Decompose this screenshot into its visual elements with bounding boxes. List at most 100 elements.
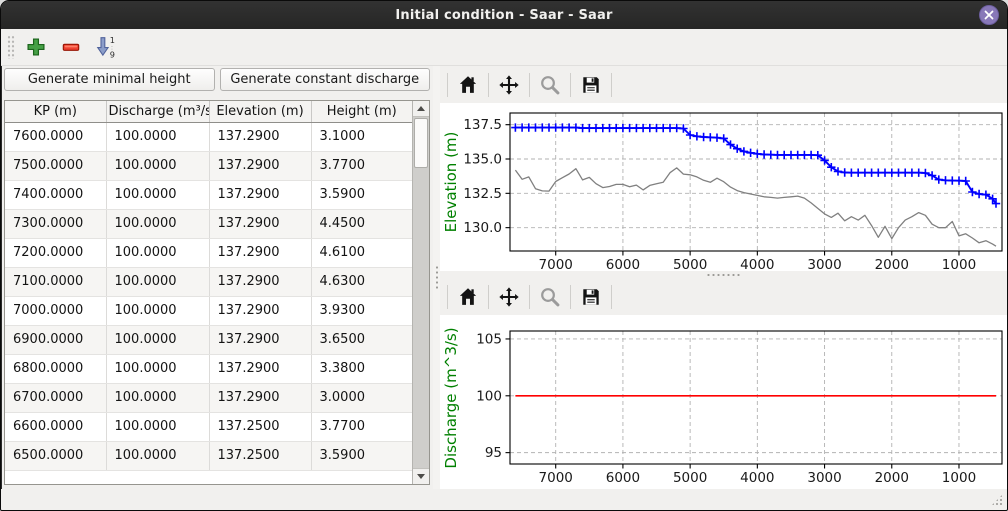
table-cell[interactable]: 7500.0000 [5, 151, 106, 180]
table-cell[interactable]: 6800.0000 [5, 354, 106, 383]
scroll-up-button[interactable] [413, 101, 429, 117]
table-cell[interactable]: 137.2900 [209, 122, 311, 151]
table-cell[interactable]: 137.2900 [209, 209, 311, 238]
discharge-chart[interactable]: 700060005000400030002000100095100105Disc… [440, 315, 1007, 489]
table-row: 7100.0000100.0000137.29004.6300 [5, 267, 412, 296]
table-row: 6800.0000100.0000137.29003.3800 [5, 354, 412, 383]
table-cell[interactable]: 6700.0000 [5, 383, 106, 412]
resize-grip[interactable] [991, 494, 1003, 506]
table-cell[interactable]: 100.0000 [106, 267, 209, 296]
table-cell[interactable]: 6500.0000 [5, 441, 106, 470]
chart-splitter-handle[interactable] [440, 271, 1007, 278]
table-cell[interactable]: 137.2900 [209, 180, 311, 209]
column-header[interactable]: KP (m) [5, 101, 106, 122]
table-cell[interactable]: 100.0000 [106, 412, 209, 441]
y-tick-label: 105 [476, 331, 502, 347]
table-cell[interactable]: 100.0000 [106, 209, 209, 238]
table-row: 6500.0000100.0000137.25003.5900 [5, 441, 412, 470]
x-tick-label: 6000 [606, 470, 640, 486]
table-cell[interactable]: 137.2900 [209, 238, 311, 267]
plot-frame [510, 331, 1002, 464]
close-button[interactable] [979, 5, 999, 25]
table-row: 6900.0000100.0000137.29003.6500 [5, 325, 412, 354]
y-tick-label: 135.0 [463, 152, 502, 168]
elevation-plot-svg: 7000600050004000300020001000130.0132.513… [440, 103, 1007, 271]
table-cell[interactable]: 3.6500 [311, 325, 412, 354]
table-cell[interactable]: 3.5900 [311, 441, 412, 470]
table-cell[interactable]: 6900.0000 [5, 325, 106, 354]
x-tick-label: 6000 [606, 257, 640, 271]
table-cell[interactable]: 7000.0000 [5, 296, 106, 325]
add-row-button[interactable] [23, 33, 51, 61]
toolbar-separator [447, 285, 448, 309]
table-cell[interactable]: 7100.0000 [5, 267, 106, 296]
triangle-up-icon [417, 106, 425, 111]
table-panel: Generate minimal height Generate constan… [1, 66, 433, 489]
table-cell[interactable]: 100.0000 [106, 325, 209, 354]
scroll-down-button[interactable] [413, 468, 429, 484]
elevation-chart[interactable]: 7000600050004000300020001000130.0132.513… [440, 103, 1007, 271]
table-scrollbar[interactable] [412, 101, 429, 484]
table-cell[interactable]: 4.4500 [311, 209, 412, 238]
table-cell[interactable]: 100.0000 [106, 151, 209, 180]
x-tick-label: 4000 [740, 470, 774, 486]
scrollbar-thumb[interactable] [414, 118, 428, 168]
table-cell[interactable]: 100.0000 [106, 354, 209, 383]
table-cell[interactable]: 137.2900 [209, 296, 311, 325]
table-cell[interactable]: 6600.0000 [5, 412, 106, 441]
table-cell[interactable]: 3.7700 [311, 151, 412, 180]
table-cell[interactable]: 100.0000 [106, 180, 209, 209]
pan-icon [498, 286, 520, 308]
pan-button[interactable] [494, 70, 524, 100]
table-cell[interactable]: 137.2900 [209, 383, 311, 412]
remove-row-button[interactable] [58, 33, 86, 61]
table-cell[interactable]: 4.6300 [311, 267, 412, 296]
zoom-button[interactable] [535, 282, 565, 312]
table-cell[interactable]: 3.1000 [311, 122, 412, 151]
table-cell[interactable]: 3.5900 [311, 180, 412, 209]
table-cell[interactable]: 3.7700 [311, 412, 412, 441]
generate-constant-discharge-button[interactable]: Generate constant discharge [220, 68, 431, 91]
toolbar-drag-handle[interactable] [7, 35, 15, 59]
table-cell[interactable]: 137.2900 [209, 354, 311, 383]
table-cell[interactable]: 100.0000 [106, 383, 209, 412]
pan-icon [498, 74, 520, 96]
discharge-chart-toolbar [440, 278, 1007, 315]
initial-condition-table: KP (m)Discharge (m³/s)Elevation (m)Heigh… [4, 100, 430, 485]
table-cell[interactable]: 100.0000 [106, 238, 209, 267]
table-cell[interactable]: 7600.0000 [5, 122, 106, 151]
pan-button[interactable] [494, 282, 524, 312]
table-cell[interactable]: 100.0000 [106, 441, 209, 470]
panel-splitter-handle[interactable] [433, 66, 440, 489]
save-button[interactable] [576, 282, 606, 312]
column-header[interactable]: Elevation (m) [209, 101, 311, 122]
table-cell[interactable]: 7300.0000 [5, 209, 106, 238]
save-button[interactable] [576, 70, 606, 100]
table-cell[interactable]: 7200.0000 [5, 238, 106, 267]
save-icon [580, 74, 602, 96]
titlebar[interactable]: Initial condition - Saar - Saar [1, 1, 1007, 29]
table-cell[interactable]: 4.6100 [311, 238, 412, 267]
table-cell[interactable]: 3.0000 [311, 383, 412, 412]
table-cell[interactable]: 3.3800 [311, 354, 412, 383]
table-cell[interactable]: 137.2500 [209, 412, 311, 441]
plus-icon [25, 36, 47, 58]
table-cell[interactable]: 137.2900 [209, 325, 311, 354]
series-initial-water-elevation [515, 128, 996, 204]
table-cell[interactable]: 137.2900 [209, 267, 311, 296]
scrollbar-track[interactable] [413, 117, 429, 468]
table-cell[interactable]: 7400.0000 [5, 180, 106, 209]
sort-rows-button[interactable]: 1 9 : [93, 33, 121, 61]
table-cell[interactable]: 137.2500 [209, 441, 311, 470]
home-button[interactable] [453, 282, 483, 312]
main-toolbar: 1 9 : [1, 29, 1007, 66]
home-button[interactable] [453, 70, 483, 100]
table-cell[interactable]: 3.9300 [311, 296, 412, 325]
table-cell[interactable]: 100.0000 [106, 122, 209, 151]
column-header[interactable]: Discharge (m³/s) [106, 101, 209, 122]
zoom-button[interactable] [535, 70, 565, 100]
table-cell[interactable]: 137.2900 [209, 151, 311, 180]
column-header[interactable]: Height (m) [311, 101, 412, 122]
table-cell[interactable]: 100.0000 [106, 296, 209, 325]
generate-minimal-height-button[interactable]: Generate minimal height [4, 68, 215, 91]
